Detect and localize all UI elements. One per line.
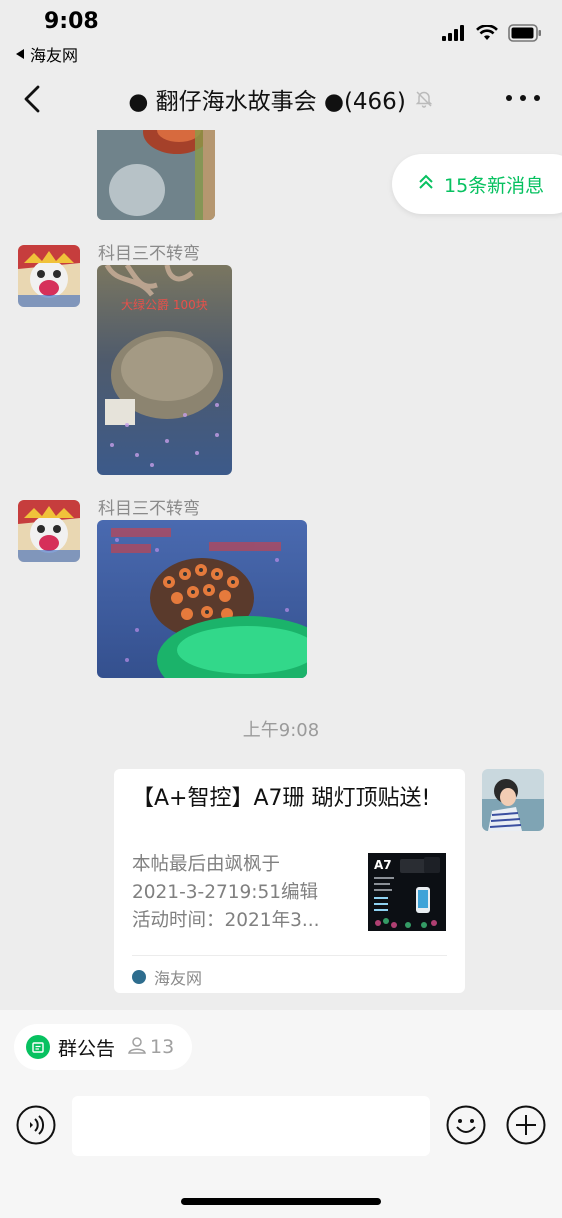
mute-bell-icon: [414, 89, 434, 109]
link-card-title: 【A+智控】A7珊 瑚灯顶贴送!: [132, 786, 431, 811]
link-card-desc-line: 活动时间：2021年3...: [132, 910, 320, 931]
signal-icon: [442, 25, 466, 45]
notice-count-value: 13: [150, 1036, 175, 1058]
sender-avatar[interactable]: [18, 245, 80, 307]
status-icons: [442, 24, 542, 46]
back-to-app-link[interactable]: 海友网: [14, 42, 78, 66]
link-card-desc-line: 本帖最后由飒枫于: [132, 854, 281, 875]
link-card-thumbnail: A7: [368, 853, 446, 931]
message-text-input[interactable]: [72, 1096, 430, 1156]
voice-input-button[interactable]: [16, 1105, 56, 1145]
group-notice-button[interactable]: 群公告 13: [14, 1024, 192, 1070]
wifi-icon: [476, 24, 498, 45]
smiley-icon: [446, 1105, 486, 1145]
more-dot-icon: [506, 95, 512, 101]
chat-title-container: ● 翻仔海水故事会 ●(466): [0, 82, 562, 116]
chat-bottom-panel: 群公告 13: [0, 1010, 562, 1218]
more-options-button[interactable]: [506, 86, 540, 110]
back-app-label: 海友网: [30, 46, 79, 65]
link-card-desc-line: 2021-3-2719:51编辑: [132, 882, 319, 903]
message-image-coral-2[interactable]: [97, 520, 307, 678]
my-avatar[interactable]: [482, 769, 544, 831]
home-indicator[interactable]: [181, 1198, 381, 1205]
chat-message-list[interactable]: 15条新消息 科目三不转弯 大绿公爵 100块 科目三不转弯 上午9:08 【A…: [0, 130, 562, 1010]
sender-avatar[interactable]: [18, 500, 80, 562]
new-messages-label: 15条新消息: [444, 174, 545, 197]
message-input-row: [0, 1096, 562, 1156]
link-card-source-label: 海友网: [154, 969, 203, 988]
chat-nav-bar: ● 翻仔海水故事会 ●(466): [0, 68, 562, 130]
chat-title: ● 翻仔海水故事会 ●(466): [128, 89, 406, 115]
link-card-description: 本帖最后由飒枫于 2021-3-2719:51编辑 活动时间：2021年3...: [132, 851, 352, 935]
more-dot-icon: [534, 95, 540, 101]
shared-link-card[interactable]: 【A+智控】A7珊 瑚灯顶贴送! 本帖最后由飒枫于 2021-3-2719:51…: [114, 769, 465, 993]
plus-icon: [506, 1105, 546, 1145]
sender-name: 科目三不转弯: [98, 244, 200, 264]
notice-icon: [26, 1035, 50, 1059]
new-messages-button[interactable]: 15条新消息: [392, 154, 562, 214]
image-caption-text: 大绿公爵 100块: [121, 297, 208, 312]
more-functions-button[interactable]: [506, 1105, 546, 1145]
link-card-source: 海友网: [132, 965, 202, 989]
source-logo-icon: [132, 970, 146, 984]
thumbnail-label: A7: [374, 858, 392, 872]
more-dot-icon: [520, 95, 526, 101]
person-icon: [127, 1035, 147, 1060]
back-triangle-icon: [14, 45, 26, 64]
voice-icon: [16, 1105, 56, 1145]
link-card-divider: [132, 955, 447, 956]
message-timestamp: 上午9:08: [242, 720, 320, 741]
message-image-previous[interactable]: [97, 130, 215, 220]
group-notice-count: 13: [127, 1035, 174, 1060]
double-chevron-up-icon: [418, 173, 434, 195]
emoji-button[interactable]: [446, 1105, 486, 1145]
group-notice-label: 群公告: [58, 1037, 116, 1060]
status-time: 9:08: [44, 9, 99, 34]
status-bar: 9:08 海友网: [0, 0, 562, 68]
battery-icon: [508, 24, 542, 46]
message-image-coral-1[interactable]: 大绿公爵 100块: [97, 265, 232, 475]
sender-name: 科目三不转弯: [98, 499, 200, 519]
